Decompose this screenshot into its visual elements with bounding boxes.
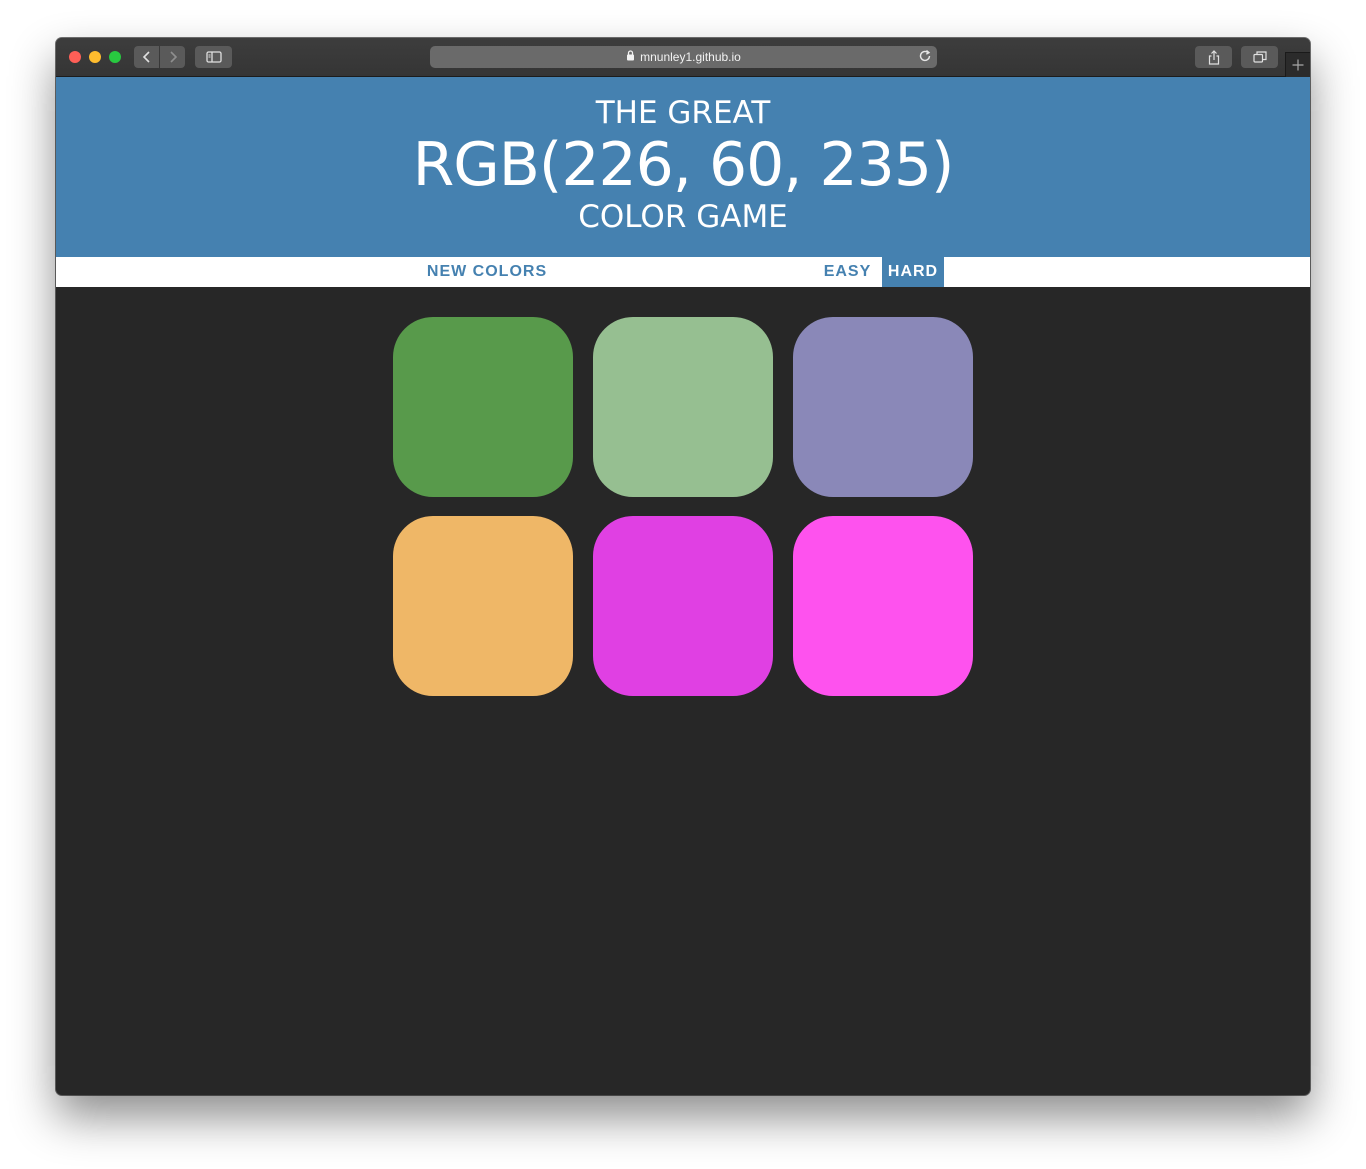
- navigation-buttons: [134, 46, 185, 68]
- browser-window: mnunley1.github.io THE GREAT RGB(226, 60…: [56, 38, 1310, 1095]
- color-squares-grid: [393, 317, 973, 697]
- forward-button[interactable]: [160, 46, 185, 68]
- color-square[interactable]: [393, 516, 573, 696]
- chevron-right-icon: [169, 51, 177, 63]
- color-square[interactable]: [793, 317, 973, 497]
- header-title-top: THE GREAT: [595, 95, 771, 131]
- sidebar-toggle-button[interactable]: [195, 46, 232, 68]
- tabs-icon: [1252, 51, 1267, 63]
- lock-icon: [626, 50, 635, 64]
- controls-stripe: NEW COLORS EASY HARD: [56, 257, 1310, 287]
- tabs-overview-button[interactable]: [1241, 46, 1278, 68]
- browser-titlebar: mnunley1.github.io: [56, 38, 1310, 77]
- target-color-display: RGB(226, 60, 235): [412, 130, 955, 200]
- reload-icon[interactable]: [918, 49, 932, 66]
- color-square[interactable]: [393, 317, 573, 497]
- easy-mode-button[interactable]: EASY: [813, 257, 882, 287]
- sidebar-icon: [205, 51, 222, 63]
- zoom-window-button[interactable]: [109, 51, 121, 63]
- minimize-window-button[interactable]: [89, 51, 101, 63]
- share-icon: [1208, 49, 1219, 65]
- url-text: mnunley1.github.io: [640, 50, 741, 64]
- chevron-left-icon: [142, 51, 150, 63]
- new-colors-button[interactable]: NEW COLORS: [420, 257, 554, 287]
- share-button[interactable]: [1195, 46, 1232, 68]
- hard-mode-button[interactable]: HARD: [882, 257, 944, 287]
- close-window-button[interactable]: [69, 51, 81, 63]
- address-bar[interactable]: mnunley1.github.io: [430, 46, 937, 68]
- color-square[interactable]: [793, 516, 973, 696]
- header-title-bottom: COLOR GAME: [578, 199, 788, 235]
- back-button[interactable]: [134, 46, 159, 68]
- game-header: THE GREAT RGB(226, 60, 235) COLOR GAME: [56, 77, 1310, 257]
- color-square[interactable]: [593, 317, 773, 497]
- new-tab-button[interactable]: [1285, 52, 1310, 77]
- color-square[interactable]: [593, 516, 773, 696]
- plus-icon: [1292, 59, 1304, 71]
